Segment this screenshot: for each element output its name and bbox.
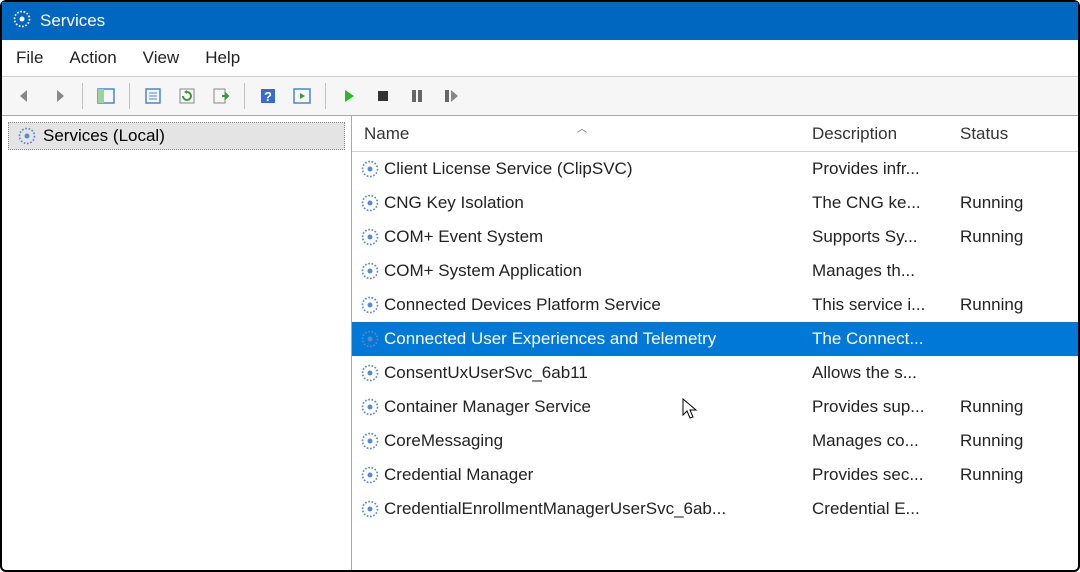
service-icon — [360, 261, 380, 281]
service-name: COM+ Event System — [384, 227, 543, 247]
help-button[interactable]: ? — [253, 81, 283, 111]
menu-action[interactable]: Action — [69, 48, 116, 68]
service-icon — [360, 465, 380, 485]
service-name: Connected Devices Platform Service — [384, 295, 661, 315]
toolbar-separator — [325, 83, 326, 109]
service-icon — [360, 431, 380, 451]
sort-indicator-icon: ︿ — [577, 120, 587, 135]
service-description: The CNG ke... — [812, 193, 960, 213]
service-icon — [360, 193, 380, 213]
service-description: Credential E... — [812, 499, 960, 519]
service-icon — [360, 295, 380, 315]
service-row[interactable]: CoreMessaging Manages co...Running — [352, 424, 1078, 458]
tree-pane[interactable]: Services (Local) — [2, 116, 352, 570]
service-description: Manages th... — [812, 261, 960, 281]
service-row[interactable]: CNG Key Isolation The CNG ke...Running — [352, 186, 1078, 220]
menu-help[interactable]: Help — [205, 48, 240, 68]
column-header-description[interactable]: Description — [812, 124, 960, 144]
service-name: Connected User Experiences and Telemetry — [384, 329, 716, 349]
service-status: Running — [960, 295, 1078, 315]
pause-button[interactable] — [402, 81, 432, 111]
show-hide-action-button[interactable] — [287, 81, 317, 111]
export-button[interactable] — [206, 81, 236, 111]
main-area: Services (Local) ︿ Name Description Stat… — [2, 116, 1078, 570]
tree-item-label: Services (Local) — [43, 126, 165, 146]
refresh-button[interactable] — [172, 81, 202, 111]
show-hide-tree-button[interactable] — [91, 81, 121, 111]
service-description: The Connect... — [812, 329, 960, 349]
service-name: CredentialEnrollmentManagerUserSvc_6ab..… — [384, 499, 726, 519]
service-name: ConsentUxUserSvc_6ab11 — [384, 363, 588, 383]
column-header-status[interactable]: Status — [960, 124, 1078, 144]
column-headers: ︿ Name Description Status — [352, 116, 1078, 152]
service-status: Running — [960, 227, 1078, 247]
menubar: File Action View Help — [2, 40, 1078, 76]
titlebar: Services — [2, 2, 1078, 40]
service-name: Credential Manager — [384, 465, 533, 485]
service-name: Container Manager Service — [384, 397, 591, 417]
toolbar-separator — [82, 83, 83, 109]
service-rows: Client License Service (ClipSVC) Provides… — [352, 152, 1078, 526]
window-title: Services — [40, 11, 105, 31]
services-icon — [12, 9, 32, 34]
forward-button[interactable] — [44, 81, 74, 111]
service-description: Supports Sy... — [812, 227, 960, 247]
service-name: CoreMessaging — [384, 431, 503, 451]
restart-button[interactable] — [436, 81, 466, 111]
service-description: Provides infr... — [812, 159, 960, 179]
service-status: Running — [960, 397, 1078, 417]
service-description: Provides sup... — [812, 397, 960, 417]
service-row[interactable]: Container Manager Service Provides sup...… — [352, 390, 1078, 424]
service-row[interactable]: ConsentUxUserSvc_6ab11 Allows the s... — [352, 356, 1078, 390]
service-row[interactable]: Client License Service (ClipSVC) Provides… — [352, 152, 1078, 186]
service-icon — [360, 499, 380, 519]
service-row[interactable]: Connected Devices Platform Service This s… — [352, 288, 1078, 322]
svg-text:?: ? — [264, 89, 272, 104]
service-icon — [360, 363, 380, 383]
stop-button[interactable] — [368, 81, 398, 111]
service-name: Client License Service (ClipSVC) — [384, 159, 632, 179]
service-icon — [360, 227, 380, 247]
service-description: Manages co... — [812, 431, 960, 451]
service-name: CNG Key Isolation — [384, 193, 524, 213]
service-row[interactable]: COM+ System Application Manages th... — [352, 254, 1078, 288]
gear-icon — [17, 126, 37, 146]
service-description: Provides sec... — [812, 465, 960, 485]
start-button[interactable] — [334, 81, 364, 111]
service-name: COM+ System Application — [384, 261, 582, 281]
service-status: Running — [960, 465, 1078, 485]
toolbar: ? — [2, 76, 1078, 116]
service-row[interactable]: Credential Manager Provides sec...Running — [352, 458, 1078, 492]
service-row[interactable]: CredentialEnrollmentManagerUserSvc_6ab..… — [352, 492, 1078, 526]
service-description: This service i... — [812, 295, 960, 315]
back-button[interactable] — [10, 81, 40, 111]
service-description: Allows the s... — [812, 363, 960, 383]
service-row[interactable]: COM+ Event System Supports Sy...Running — [352, 220, 1078, 254]
properties-button[interactable] — [138, 81, 168, 111]
service-icon — [360, 397, 380, 417]
menu-view[interactable]: View — [143, 48, 180, 68]
service-icon — [360, 329, 380, 349]
list-pane: ︿ Name Description Status Client License… — [352, 116, 1078, 570]
tree-item-services-local[interactable]: Services (Local) — [8, 122, 345, 150]
service-icon — [360, 159, 380, 179]
service-row[interactable]: Connected User Experiences and Telemetry… — [352, 322, 1078, 356]
toolbar-separator — [244, 83, 245, 109]
service-status: Running — [960, 431, 1078, 451]
column-header-name[interactable]: ︿ Name — [352, 124, 812, 144]
toolbar-separator — [129, 83, 130, 109]
service-status: Running — [960, 193, 1078, 213]
menu-file[interactable]: File — [16, 48, 43, 68]
